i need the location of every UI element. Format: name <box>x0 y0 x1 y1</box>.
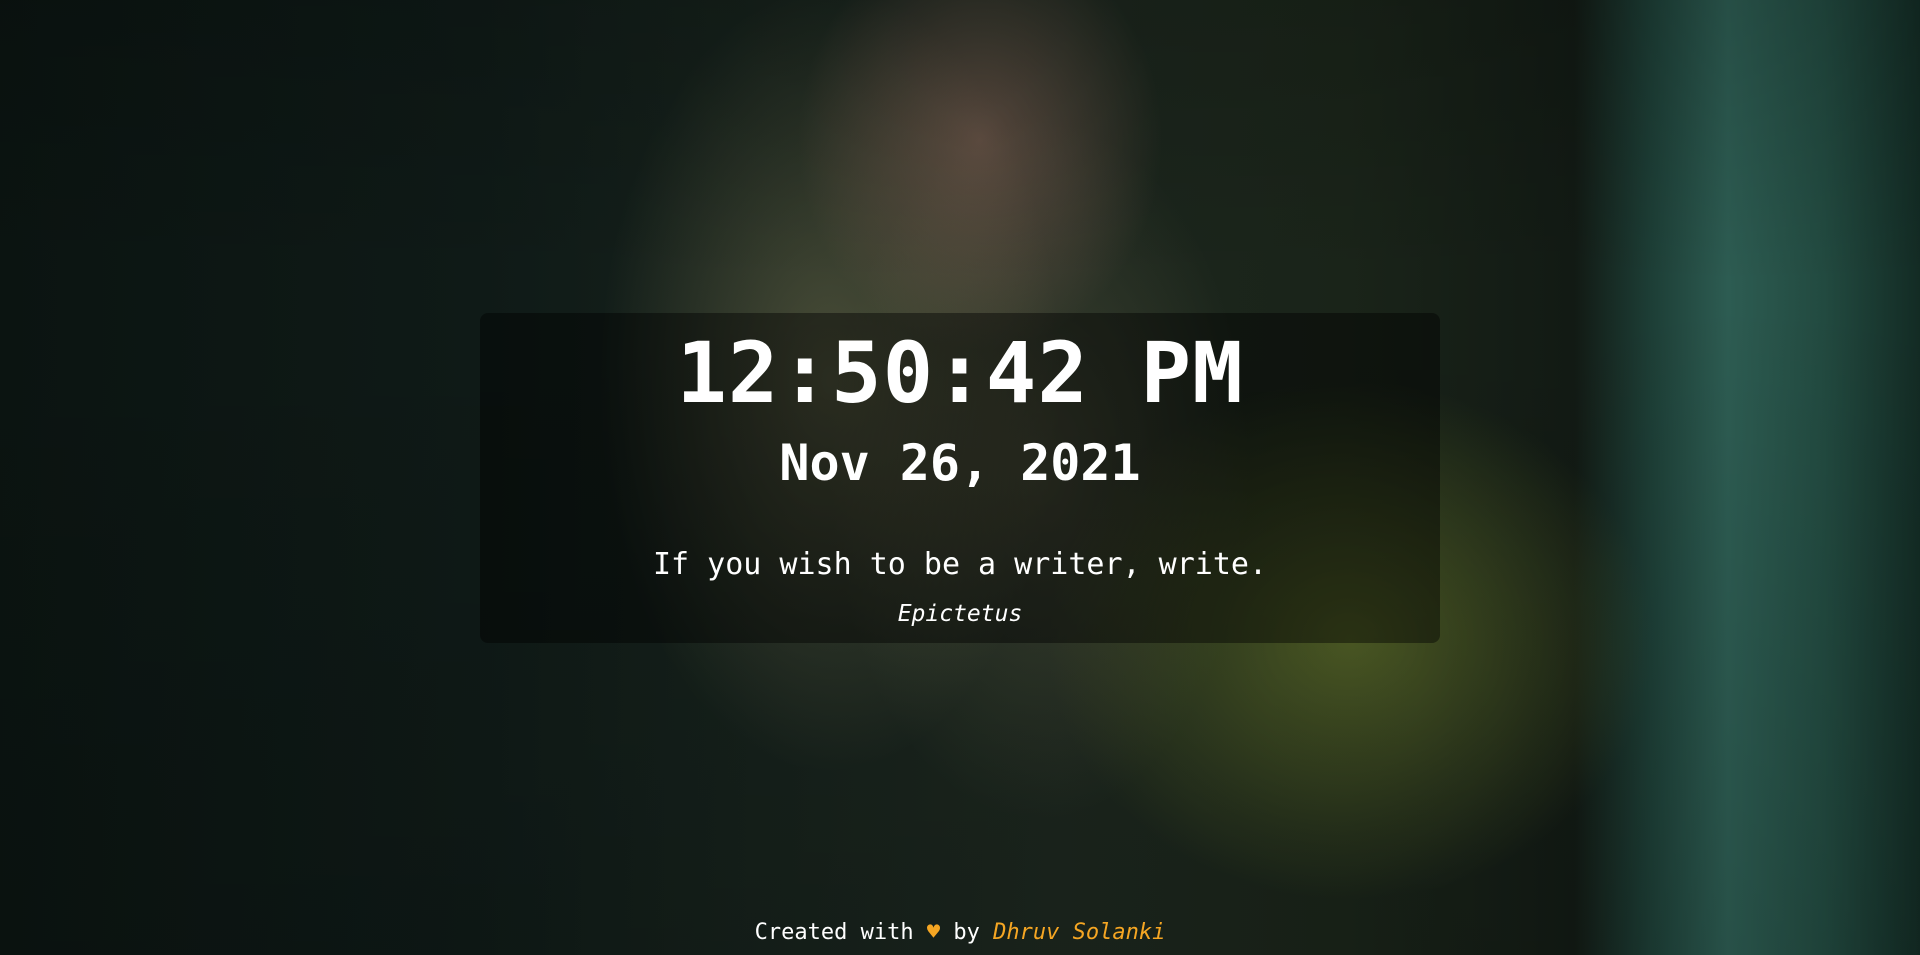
clock-card: 12:50:42 PM Nov 26, 2021 If you wish to … <box>480 313 1440 643</box>
clock-date: Nov 26, 2021 <box>779 434 1141 492</box>
clock-time: 12:50:42 PM <box>676 324 1244 422</box>
quote-author: Epictetus <box>897 601 1023 627</box>
creator-link[interactable]: Dhruv Solanki <box>993 920 1165 945</box>
heart-icon: ♥ <box>926 920 941 945</box>
quote-text: If you wish to be a writer, write. <box>652 547 1268 582</box>
footer-prefix: Created with <box>754 920 914 945</box>
footer-by: by <box>953 920 980 945</box>
footer-credit: Created with ♥ by Dhruv Solanki <box>0 918 1920 948</box>
